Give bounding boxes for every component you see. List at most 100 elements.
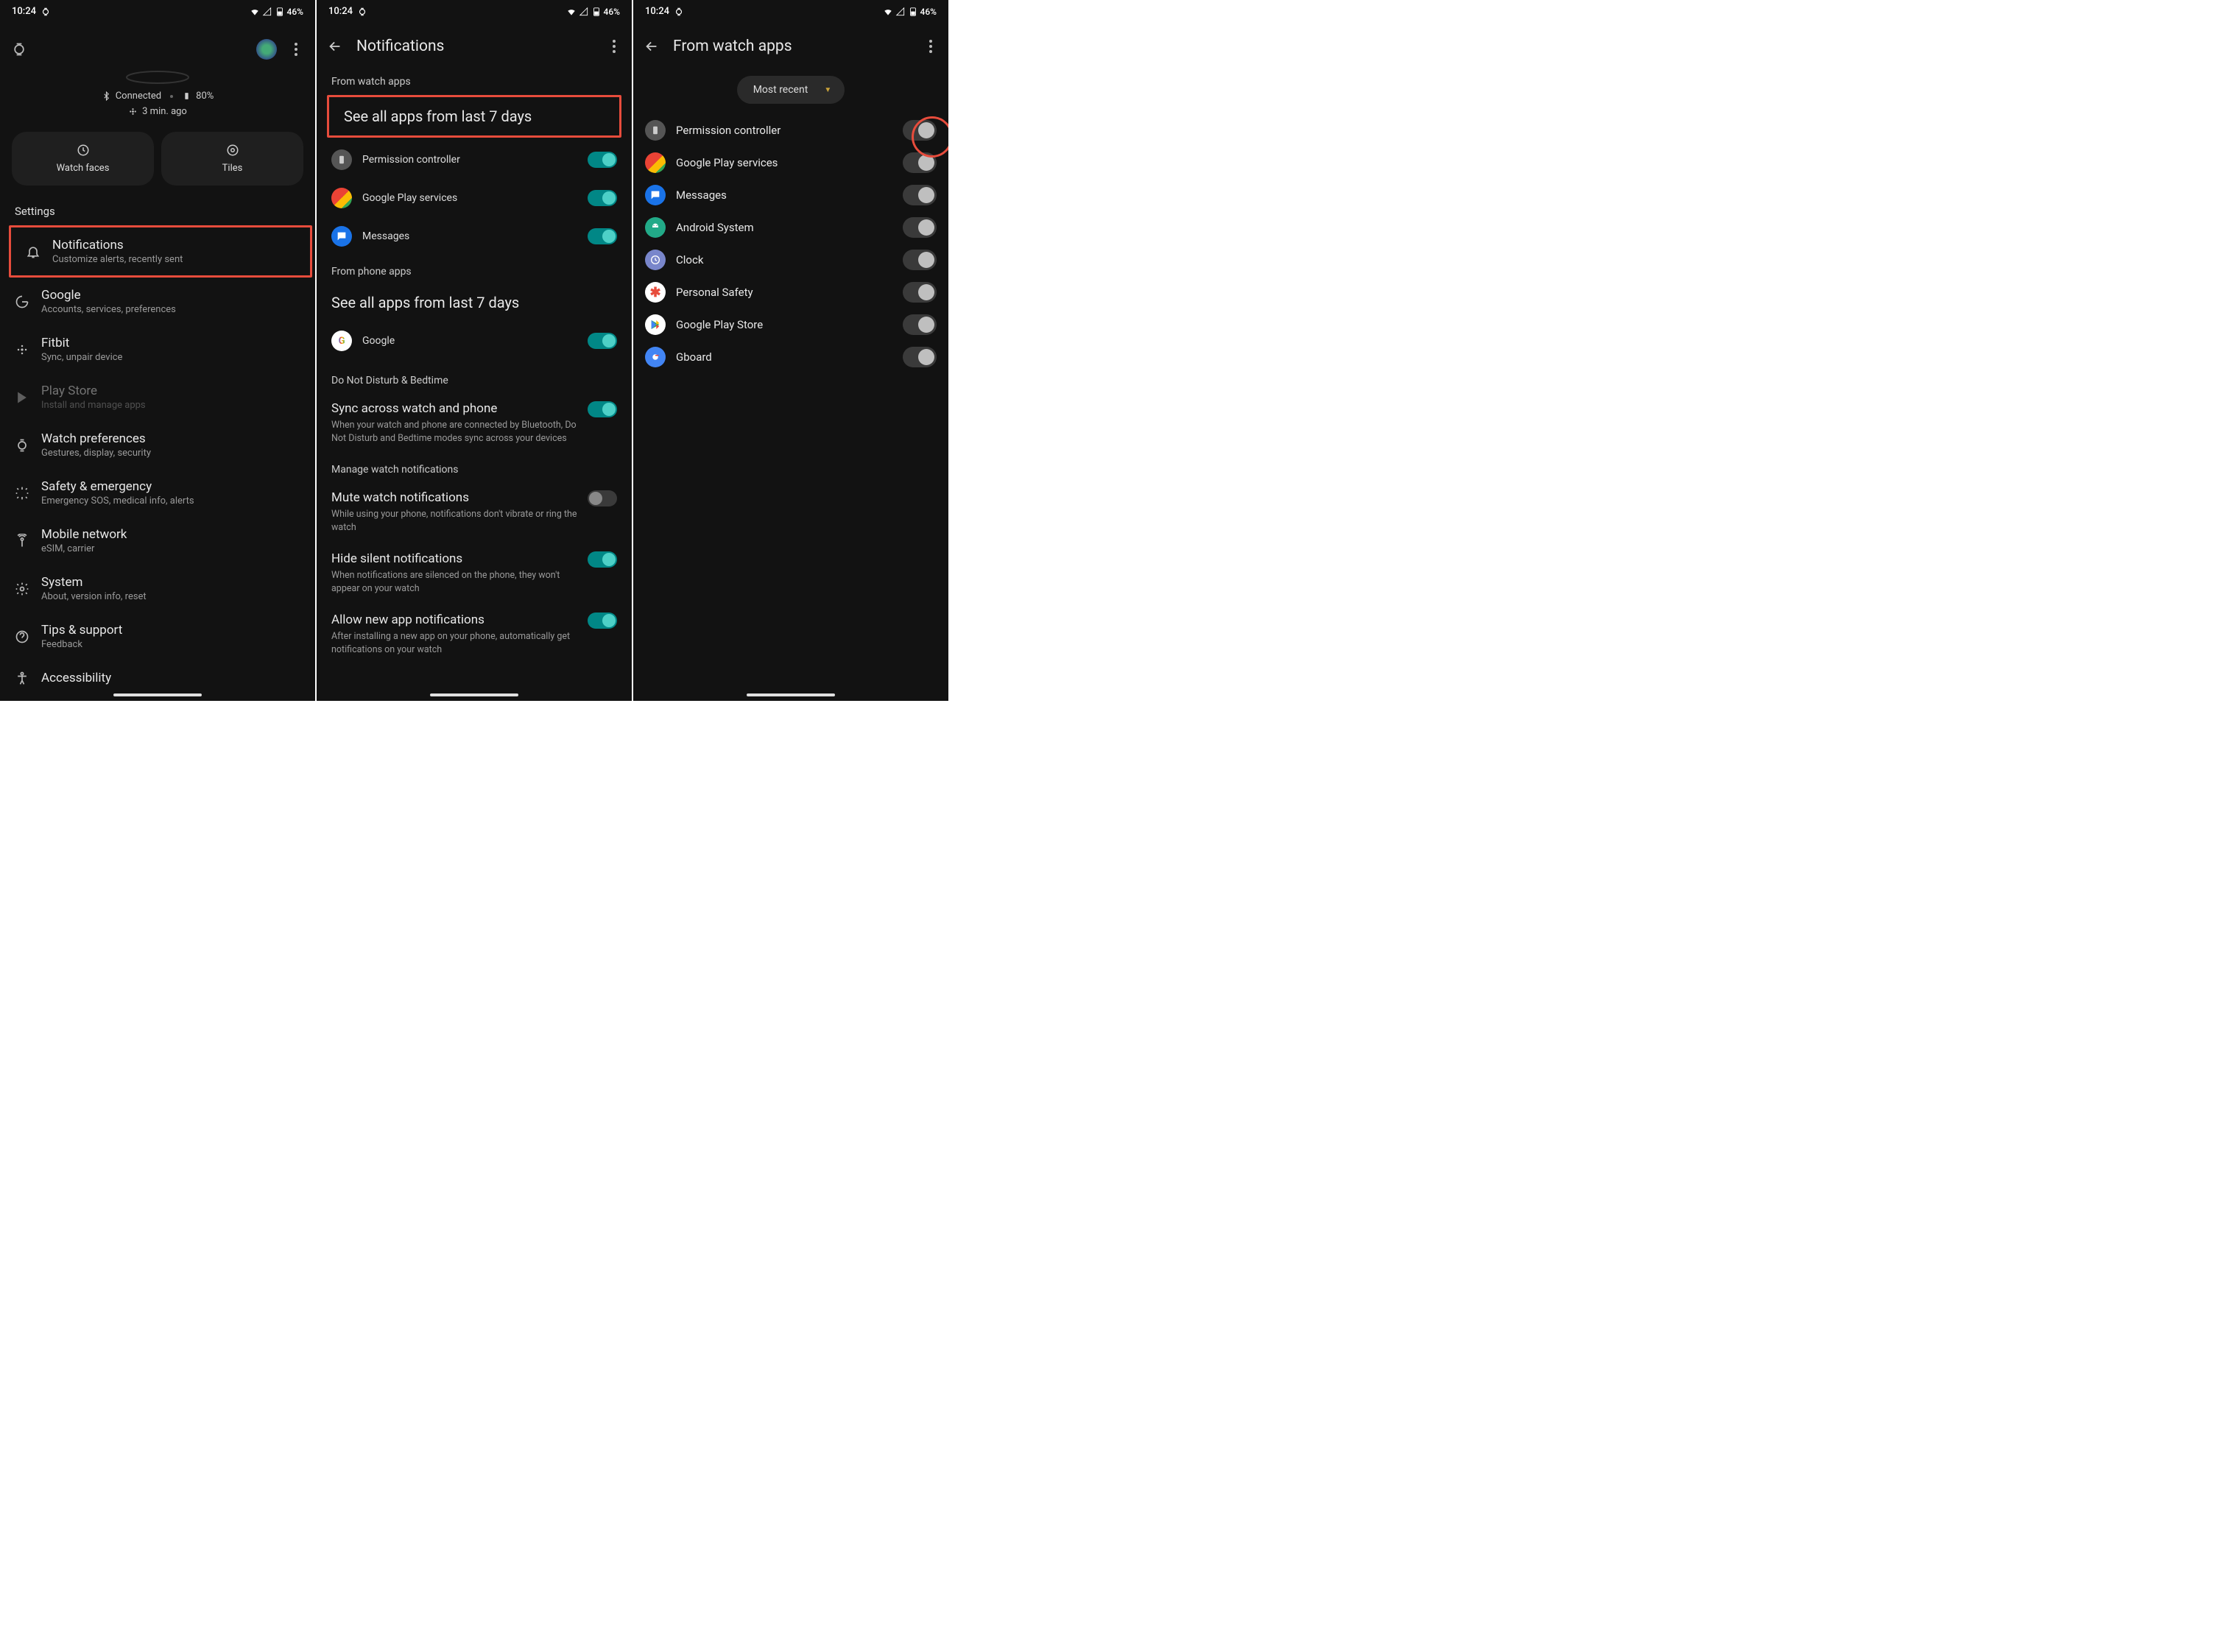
pref-hide-silent[interactable]: Hide silent notifications When notificat… — [317, 543, 632, 604]
settings-list: Notifications Customize alerts, recently… — [0, 225, 315, 696]
watch-icon — [674, 7, 684, 17]
profile-avatar[interactable] — [255, 38, 278, 61]
panel-from-watch-apps: 10:24 46% From watch apps Most recent ▼ … — [633, 0, 948, 701]
battery-small-icon — [182, 91, 191, 101]
accessibility-icon — [15, 671, 29, 685]
settings-item-tips[interactable]: Tips & support Feedback — [0, 613, 315, 660]
tiles-chip[interactable]: Tiles — [161, 132, 303, 186]
settings-item-mobile-network[interactable]: Mobile network eSIM, carrier — [0, 517, 315, 565]
watch-graphic — [0, 68, 315, 91]
see-all-watch-apps-link[interactable]: See all apps from last 7 days — [329, 97, 619, 135]
app-toggle[interactable] — [903, 250, 937, 270]
pref-mute[interactable]: Mute watch notifications While using you… — [317, 481, 632, 543]
mute-toggle[interactable] — [588, 490, 617, 506]
settings-item-notifications[interactable]: Notifications Customize alerts, recently… — [11, 227, 310, 275]
item-subtitle: Customize alerts, recently sent — [52, 254, 183, 265]
app-row-messages[interactable]: Messages — [633, 179, 948, 211]
emergency-icon — [15, 486, 29, 501]
overflow-menu-button[interactable] — [607, 40, 621, 53]
wifi-icon — [250, 7, 260, 17]
app-toggle[interactable] — [903, 120, 937, 141]
app-toggle[interactable] — [588, 152, 617, 168]
item-title: Notifications — [52, 238, 183, 253]
watch-battery-pct: 80% — [196, 91, 214, 102]
clock-icon — [77, 144, 90, 157]
app-icon — [331, 149, 352, 170]
back-button[interactable] — [644, 38, 660, 54]
nav-handle[interactable] — [113, 693, 202, 696]
pref-sync[interactable]: Sync across watch and phone When your wa… — [317, 392, 632, 453]
play-icon — [15, 390, 29, 405]
app-toggle[interactable] — [588, 333, 617, 349]
app-row-permission-controller[interactable]: Permission controller — [633, 114, 948, 147]
app-icon — [645, 250, 666, 270]
app-toggle[interactable] — [903, 152, 937, 173]
app-icon — [331, 226, 352, 247]
pref-allow-new[interactable]: Allow new app notifications After instal… — [317, 604, 632, 665]
connected-label: Connected — [116, 91, 161, 102]
app-row-android-system[interactable]: Android System — [633, 211, 948, 244]
app-row-google[interactable]: G Google — [317, 322, 632, 360]
app-icon — [645, 347, 666, 367]
app-icon: G — [331, 331, 352, 351]
filter-dropdown[interactable]: Most recent ▼ — [737, 76, 845, 104]
app-row-google-play-services[interactable]: Google Play services — [633, 147, 948, 179]
settings-item-safety[interactable]: Safety & emergency Emergency SOS, medica… — [0, 469, 315, 517]
panel-watch-home: 10:24 46% Connected 80% 3 min. ago — [0, 0, 315, 701]
app-row-permission-controller[interactable]: Permission controller — [317, 141, 632, 179]
subheader-manage: Manage watch notifications — [317, 453, 632, 481]
overflow-menu-button[interactable] — [923, 40, 938, 53]
app-icon — [645, 152, 666, 173]
app-row-google-play-store[interactable]: Google Play Store — [633, 308, 948, 341]
app-row-personal-safety[interactable]: ✱ Personal Safety — [633, 276, 948, 308]
app-row-clock[interactable]: Clock — [633, 244, 948, 276]
tiles-label: Tiles — [222, 163, 243, 174]
status-time: 10:24 — [12, 6, 36, 17]
chevron-down-icon: ▼ — [824, 86, 831, 94]
app-toggle[interactable] — [588, 190, 617, 206]
app-toggle[interactable] — [903, 185, 937, 205]
app-toggle[interactable] — [903, 217, 937, 238]
watch-outline-icon[interactable] — [12, 42, 27, 57]
settings-item-google[interactable]: Google Accounts, services, preferences — [0, 278, 315, 325]
watch-faces-chip[interactable]: Watch faces — [12, 132, 154, 186]
status-bar: 10:24 46% — [0, 0, 315, 23]
settings-item-fitbit[interactable]: Fitbit Sync, unpair device — [0, 325, 315, 373]
settings-item-watch-preferences[interactable]: Watch preferences Gestures, display, sec… — [0, 421, 315, 469]
app-row-google-play-services[interactable]: Google Play services — [317, 179, 632, 217]
app-icon — [331, 188, 352, 208]
filter-label: Most recent — [753, 84, 808, 96]
subheader-dnd: Do Not Disturb & Bedtime — [317, 360, 632, 392]
allow-toggle[interactable] — [588, 613, 617, 629]
app-icon: ✱ — [645, 282, 666, 303]
app-row-gboard[interactable]: Gboard — [633, 341, 948, 373]
nav-handle[interactable] — [747, 693, 835, 696]
see-all-phone-apps-link[interactable]: See all apps from last 7 days — [317, 283, 632, 322]
back-button[interactable] — [327, 38, 343, 54]
app-toggle[interactable] — [903, 282, 937, 303]
settings-header: Settings — [0, 200, 315, 225]
app-row-messages[interactable]: Messages — [317, 217, 632, 255]
fitbit-sync-icon — [128, 107, 138, 116]
watch-apps-list: Permission controller Google Play servic… — [633, 114, 948, 373]
watch-icon — [357, 7, 367, 17]
watch-icon — [15, 438, 29, 453]
last-sync-label: 3 min. ago — [142, 106, 187, 117]
settings-item-play-store[interactable]: Play Store Install and manage apps — [0, 373, 315, 421]
overflow-menu-button[interactable] — [289, 43, 303, 56]
app-toggle[interactable] — [903, 314, 937, 335]
settings-item-system[interactable]: System About, version info, reset — [0, 565, 315, 613]
nav-handle[interactable] — [430, 693, 518, 696]
app-toggle[interactable] — [903, 347, 937, 367]
status-bar: 10:24 46% — [317, 0, 632, 23]
bell-icon — [26, 244, 40, 259]
tiles-icon — [226, 144, 239, 157]
page-title: Notifications — [356, 38, 593, 55]
app-icon — [645, 314, 666, 335]
sync-toggle[interactable] — [588, 401, 617, 417]
watch-icon — [40, 7, 51, 17]
settings-item-accessibility[interactable]: Accessibility — [0, 660, 315, 696]
status-bar: 10:24 46% — [633, 0, 948, 23]
hide-toggle[interactable] — [588, 551, 617, 568]
app-toggle[interactable] — [588, 228, 617, 244]
